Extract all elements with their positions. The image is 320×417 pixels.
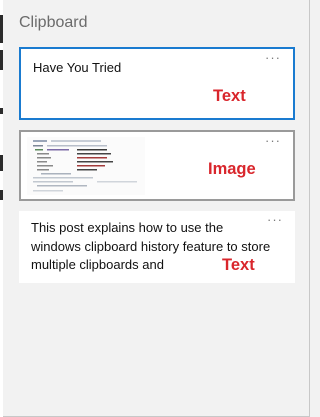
item-type-label: Text [213,87,246,105]
item-type-label: Text [220,256,255,275]
item-type-label: Image [208,160,256,178]
code-screenshot-thumbnail [27,137,145,195]
clipboard-item-text[interactable]: ··· Have You Tried Text [19,47,295,120]
more-options-button[interactable]: ··· [265,133,281,148]
panel-title: Clipboard [19,14,88,31]
clipboard-item-image[interactable]: ··· Image [19,130,295,201]
clipboard-history-panel: Clipboard ··· Have You Tried Text ··· Im… [3,0,310,417]
clipboard-item-content: Have You Tried [33,60,122,75]
image-thumbnail [27,137,145,195]
clipboard-item-text[interactable]: ··· This post explains how to use the wi… [19,211,295,283]
